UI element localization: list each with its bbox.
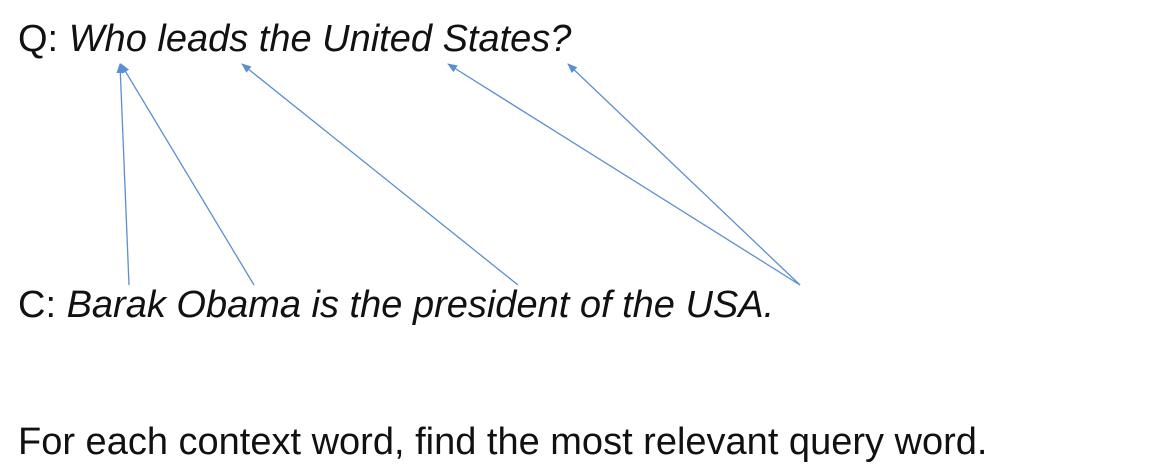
arrow-barak-to-who [116, 63, 130, 286]
arrow-usa-to-united [447, 63, 801, 286]
arrow-usa-to-states [567, 63, 801, 286]
attention-arrows [116, 63, 801, 286]
arrow-obama-to-who [120, 63, 255, 286]
arrow-president-to-leads [241, 63, 519, 286]
